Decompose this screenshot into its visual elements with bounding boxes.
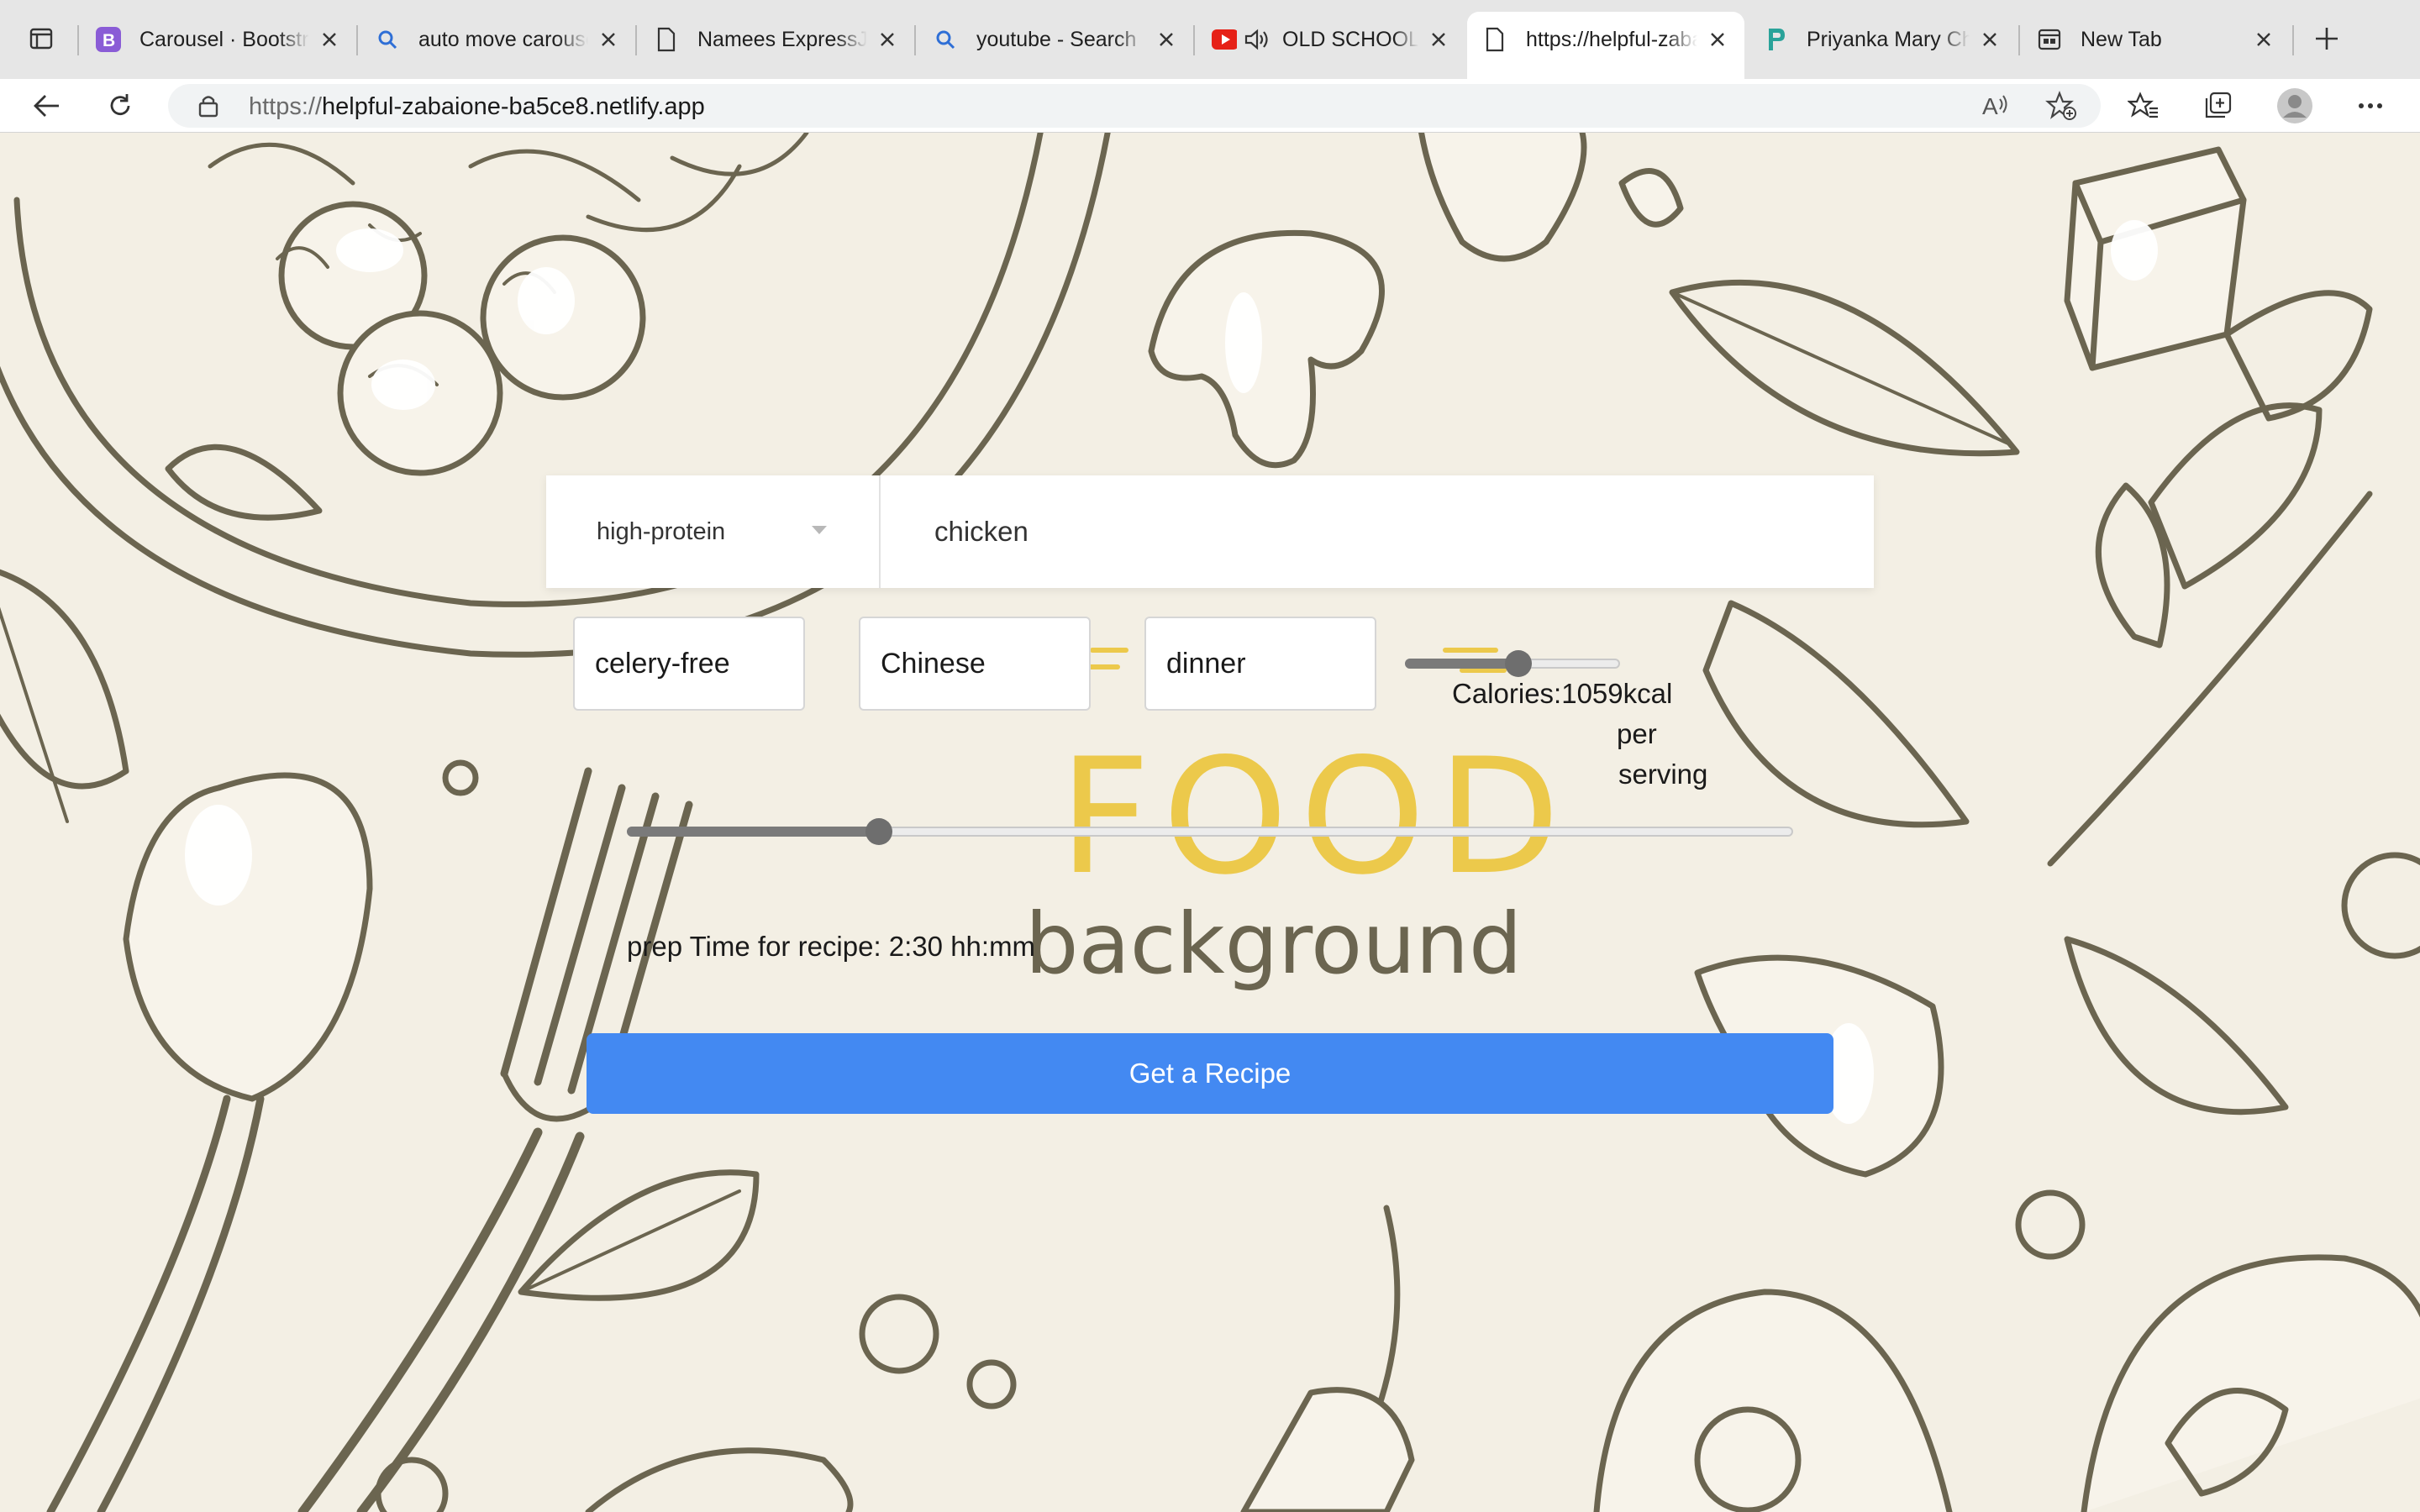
close-icon[interactable]: [318, 28, 341, 51]
health-label-select[interactable]: high-protein: [546, 475, 881, 588]
tab-title: https://helpful-zabaione: [1526, 27, 1697, 51]
reload-icon[interactable]: [101, 87, 139, 124]
tab-title: Carousel · Bootstrap: [139, 27, 309, 51]
new-tab-button[interactable]: [2307, 20, 2346, 57]
tab-priyanka[interactable]: Priyanka Mary Ch: [1748, 12, 2017, 67]
recipe-search-bar: high-protein: [546, 475, 1874, 588]
health-label-value: high-protein: [597, 517, 726, 545]
chevron-down-icon: [812, 526, 827, 534]
tab-title: youtube - Search: [976, 27, 1137, 51]
prep-time-slider-fill: [627, 827, 878, 837]
search-icon: [933, 27, 958, 52]
svg-text:B: B: [103, 31, 115, 50]
ingredient-search-input[interactable]: [882, 475, 1872, 588]
meal-type-input[interactable]: [1144, 617, 1376, 711]
svg-text:A: A: [1982, 93, 1998, 119]
tab-auto-move-carousel[interactable]: auto move carousel: [360, 12, 635, 67]
lock-icon[interactable]: [198, 94, 218, 122]
tab-bar: B Carousel · Bootstrap auto move carouse…: [0, 0, 2420, 79]
page-content: FOOD background high-protein Calories:10…: [0, 133, 2420, 1512]
close-icon[interactable]: [2252, 28, 2275, 51]
avatar[interactable]: [2275, 87, 2314, 124]
tab-title: New Tab: [2081, 27, 2162, 51]
tab-helpful-zabaione[interactable]: https://helpful-zabaione: [1467, 12, 1744, 79]
allergy-input[interactable]: [573, 617, 805, 711]
youtube-icon: [1212, 27, 1237, 52]
document-icon: [654, 27, 679, 52]
tab-old-school[interactable]: OLD SCHOOL: [1197, 12, 1465, 67]
more-options-icon[interactable]: [2351, 87, 2390, 124]
tab-title: Namees ExpressJS: [697, 27, 867, 51]
close-icon[interactable]: [1155, 28, 1178, 51]
tab-title: OLD SCHOOL: [1282, 27, 1418, 51]
calories-slider[interactable]: [1405, 650, 1620, 677]
tab-namees-express[interactable]: Namees ExpressJS: [639, 12, 914, 67]
speaker-icon[interactable]: [1244, 27, 1269, 52]
close-icon[interactable]: [1978, 28, 2002, 51]
address-bar: https://helpful-zabaione-ba5ce8.netlify.…: [0, 79, 2420, 133]
url-text[interactable]: https://helpful-zabaione-ba5ce8.netlify.…: [249, 93, 705, 121]
favorites-icon[interactable]: [2124, 87, 2163, 124]
tab-title: auto move carousel: [418, 27, 588, 51]
tab-bootstrap-carousel[interactable]: B Carousel · Bootstrap: [81, 12, 356, 67]
tab-title: Priyanka Mary Ch: [1807, 27, 1970, 51]
bootstrap-icon: B: [96, 27, 121, 52]
calories-label: Calories:1059kcal per serving: [1452, 678, 1708, 790]
get-recipe-button[interactable]: Get a Recipe: [587, 1033, 1833, 1114]
collections-icon[interactable]: [2198, 87, 2237, 124]
close-icon[interactable]: [597, 28, 620, 51]
sidebar-toggle-icon[interactable]: [22, 20, 60, 57]
close-icon[interactable]: [1427, 28, 1450, 51]
search-icon: [375, 27, 400, 52]
cuisine-input[interactable]: [859, 617, 1091, 711]
close-icon[interactable]: [876, 28, 899, 51]
newtab-icon: [2037, 27, 2062, 52]
tab-youtube-search[interactable]: youtube - Search: [918, 12, 1193, 67]
url-field[interactable]: https://helpful-zabaione-ba5ce8.netlify.…: [168, 84, 2101, 128]
read-aloud-icon[interactable]: A: [1981, 92, 2012, 123]
calories-slider-fill: [1405, 659, 1518, 669]
tab-new-tab[interactable]: New Tab: [2022, 12, 2291, 67]
close-icon[interactable]: [1706, 28, 1729, 51]
food-background-illustration: FOOD background: [0, 133, 2420, 1512]
back-icon[interactable]: [27, 87, 66, 124]
prep-time-label: prep Time for recipe: 2:30 hh:mm: [627, 931, 1036, 962]
add-favorite-icon[interactable]: [2045, 91, 2077, 125]
background-wordmark: background: [1025, 895, 1522, 993]
prep-time-slider[interactable]: [627, 818, 1793, 845]
netlify-icon: [1763, 27, 1788, 52]
document-icon: [1482, 27, 1507, 52]
